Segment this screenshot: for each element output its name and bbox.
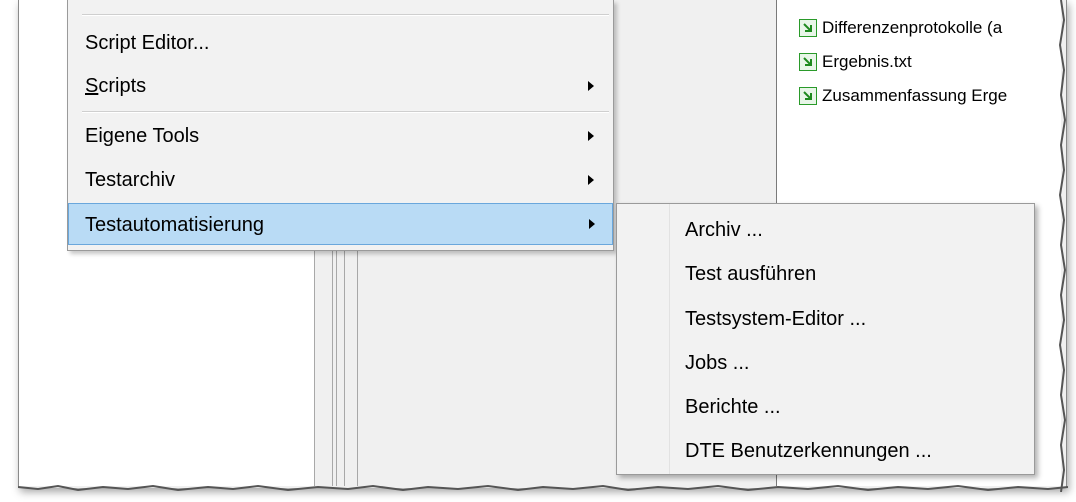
- file-name: Ergebnis.txt: [822, 52, 912, 71]
- torn-edge-bottom: [18, 484, 1068, 492]
- torn-edge-right: [1058, 0, 1067, 492]
- menu-item-label: Eigene Tools: [85, 125, 200, 147]
- menu-item-testautomatisierung[interactable]: Testautomatisierung: [68, 203, 613, 245]
- menu-item-label: Scripts: [85, 75, 147, 97]
- arrow-document-icon: [799, 53, 817, 71]
- submenu-item-dte-benutzerkennungen[interactable]: DTE Benutzerkennungen ...: [685, 429, 932, 473]
- menu-item-script-editor[interactable]: Script Editor...: [70, 22, 611, 64]
- menu-separator: [82, 14, 609, 16]
- menu-item-testarchiv[interactable]: Testarchiv: [70, 159, 611, 201]
- testautomatisierung-submenu: Archiv ... Test ausführen Testsystem-Edi…: [616, 203, 1035, 475]
- menu-item-label: Testarchiv: [85, 169, 176, 191]
- menu-item-scripts[interactable]: Scripts: [70, 65, 611, 107]
- submenu-icon-gutter: [617, 204, 670, 474]
- submenu-arrow-icon: [588, 131, 594, 141]
- menu-separator: [82, 111, 609, 113]
- arrow-document-icon: [799, 87, 817, 105]
- submenu-item-berichte[interactable]: Berichte ...: [685, 385, 781, 429]
- submenu-item-testsystem-editor[interactable]: Testsystem-Editor ...: [685, 297, 866, 341]
- submenu-arrow-icon: [588, 81, 594, 91]
- submenu-item-test-ausfuehren[interactable]: Test ausführen: [685, 252, 816, 296]
- menu-item-label: Script Editor...: [85, 32, 210, 54]
- file-name: Differenzenprotokolle (a: [822, 18, 1003, 37]
- submenu-arrow-icon: [588, 175, 594, 185]
- submenu-item-archiv[interactable]: Archiv ...: [685, 208, 763, 252]
- file-name: Zusammenfassung Erge: [822, 86, 1008, 105]
- submenu-arrow-icon: [589, 219, 595, 229]
- file-list-item[interactable]: Differenzenprotokolle (a: [799, 16, 1002, 40]
- submenu-item-jobs[interactable]: Jobs ...: [685, 341, 749, 385]
- arrow-document-icon: [799, 19, 817, 37]
- main-menu: Script Editor... Scripts Eigene Tools Te…: [67, 0, 614, 251]
- menu-item-eigene-tools[interactable]: Eigene Tools: [70, 115, 611, 157]
- menu-item-label: Testautomatisierung: [85, 214, 264, 236]
- file-list-item[interactable]: Ergebnis.txt: [799, 50, 912, 74]
- file-list-item[interactable]: Zusammenfassung Erge: [799, 84, 1007, 108]
